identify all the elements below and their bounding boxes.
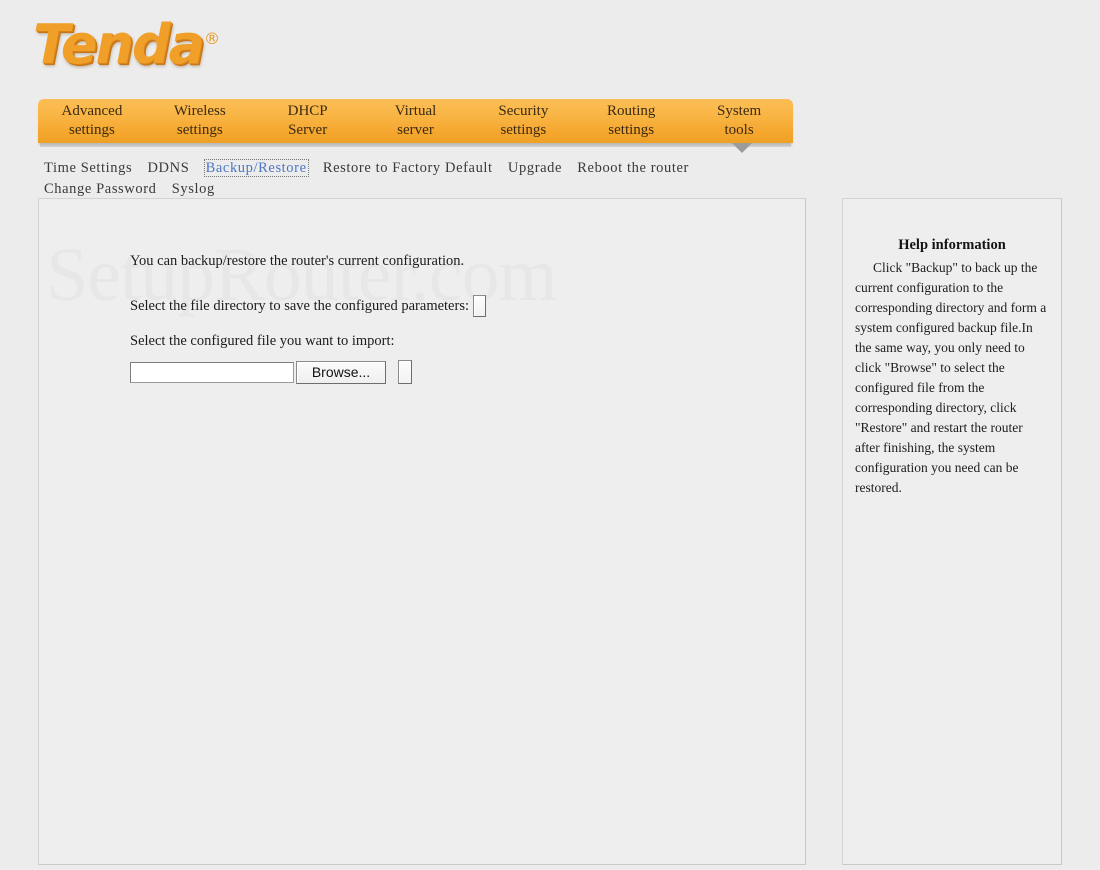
tenda-logo: Tenda® xyxy=(33,18,220,72)
main-nav-item-line1: DHCP xyxy=(287,102,328,119)
main-nav-item-line1: System xyxy=(716,102,762,119)
help-panel: Help information Click "Backup" to back … xyxy=(842,198,1062,865)
logo-text: Tenda xyxy=(33,13,205,76)
sub-nav-item-restore-to-factory-default[interactable]: Restore to Factory Default xyxy=(323,160,493,176)
main-nav-item-line1: Advanced xyxy=(61,102,123,119)
backup-row: Select the file directory to save the co… xyxy=(130,295,770,317)
main-nav-item-line2: settings xyxy=(500,122,547,138)
main-nav-item-line2: Server xyxy=(288,122,328,138)
backup-label: Select the file directory to save the co… xyxy=(130,297,469,314)
help-body: Click "Backup" to back up the current co… xyxy=(855,260,1047,495)
main-nav-item-line2: tools xyxy=(724,122,754,138)
browse-button[interactable]: Browse... xyxy=(296,360,386,384)
sub-navigation: Time Settings DDNS Backup/Restore Restor… xyxy=(44,158,789,200)
nav-shadow xyxy=(40,143,791,147)
main-nav-item-system[interactable]: System tools xyxy=(685,99,793,143)
content-panel: You can backup/restore the router's curr… xyxy=(38,198,806,865)
main-nav-item-line1: Virtual xyxy=(394,102,437,119)
main-navigation: Advanced settings Wireless settings DHCP Serv… xyxy=(38,99,793,147)
main-nav-item-line1: Security xyxy=(498,102,549,119)
registered-trademark-icon: ® xyxy=(204,29,221,48)
restore-button[interactable] xyxy=(398,360,412,384)
header-bar: Tenda® xyxy=(0,0,1100,96)
help-title: Help information xyxy=(898,237,1006,253)
main-nav-item-security[interactable]: Security settings xyxy=(469,99,577,143)
sub-nav-item-syslog[interactable]: Syslog xyxy=(172,181,215,197)
main-nav-item-line2: settings xyxy=(176,122,223,138)
sub-nav-item-ddns[interactable]: DDNS xyxy=(147,160,189,176)
help-inner: Help information Click "Backup" to back … xyxy=(843,199,1061,498)
main-nav-item-dhcp[interactable]: DHCP Server xyxy=(254,99,362,143)
sub-nav-item-upgrade[interactable]: Upgrade xyxy=(508,160,562,176)
main-nav-item-line2: settings xyxy=(608,122,655,138)
main-nav-item-line2: settings xyxy=(69,122,115,138)
file-path-input[interactable] xyxy=(130,361,294,383)
main-nav-item-line2: server xyxy=(397,122,434,138)
file-select-row: Browse... xyxy=(130,360,770,384)
backup-button[interactable] xyxy=(473,295,486,317)
main-nav-item-advanced[interactable]: Advanced settings xyxy=(38,99,146,143)
import-label: Select the configured file you want to i… xyxy=(130,333,395,349)
sub-nav-item-reboot-the-router[interactable]: Reboot the router xyxy=(577,160,689,176)
active-tab-pointer-icon xyxy=(732,143,752,153)
sub-nav-item-change-password[interactable]: Change Password xyxy=(44,181,157,197)
sub-nav-item-time-settings[interactable]: Time Settings xyxy=(44,160,132,176)
main-nav-item-wireless[interactable]: Wireless settings xyxy=(146,99,254,143)
sub-nav-item-backup-restore[interactable]: Backup/Restore xyxy=(203,159,309,177)
main-nav-item-line1: Routing xyxy=(607,102,656,119)
main-nav-item-virtual[interactable]: Virtual server xyxy=(362,99,470,143)
main-nav-item-line1: Wireless xyxy=(173,102,226,119)
main-nav-bar: Advanced settings Wireless settings DHCP Serv… xyxy=(38,99,793,143)
intro-text: You can backup/restore the router's curr… xyxy=(130,253,465,269)
backup-restore-form: You can backup/restore the router's curr… xyxy=(130,253,770,384)
main-nav-item-routing[interactable]: Routing settings xyxy=(577,99,685,143)
